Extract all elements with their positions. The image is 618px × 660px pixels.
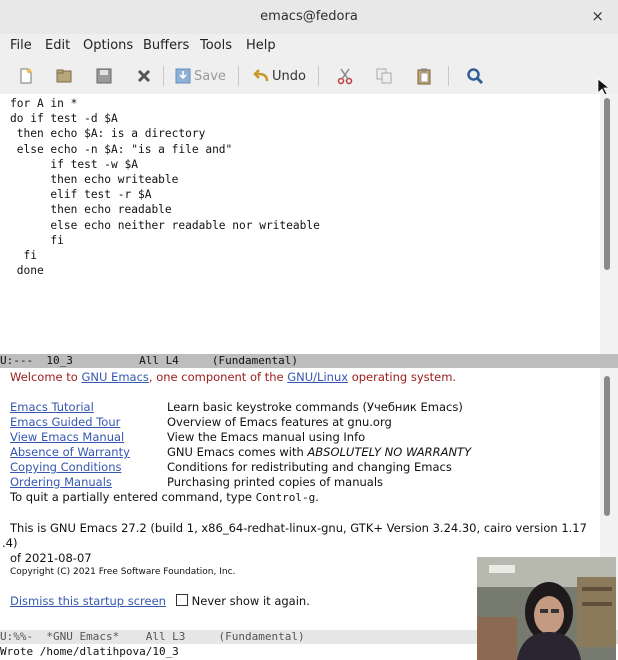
- code-line: fi: [10, 233, 64, 247]
- cut-button[interactable]: [336, 65, 354, 87]
- version-line: .4): [2, 536, 18, 550]
- dismiss-startup-link[interactable]: Dismiss this startup screen: [10, 594, 166, 608]
- link-description: View the Emacs manual using Info: [167, 430, 366, 444]
- menu-tools[interactable]: Tools: [200, 38, 232, 53]
- code-line: done: [10, 264, 44, 278]
- code-line: for A in *: [10, 97, 78, 110]
- menu-buffers[interactable]: Buffers: [143, 38, 189, 53]
- undo-icon: [253, 69, 269, 82]
- code-line: do if test -d $A: [10, 112, 118, 126]
- toolbar-separator: [238, 66, 239, 86]
- code-line: then echo readable: [10, 203, 172, 217]
- save-button[interactable]: Save: [174, 65, 226, 87]
- paste-button[interactable]: [415, 65, 433, 87]
- copying-conditions-link[interactable]: Copying Conditions: [10, 460, 121, 474]
- copy-button[interactable]: [375, 65, 393, 87]
- editor-pane[interactable]: for A in * do if test -d $A then echo $A…: [0, 94, 600, 354]
- save-disk-button[interactable]: [95, 65, 113, 87]
- view-manual-link[interactable]: View Emacs Manual: [10, 430, 124, 444]
- menu-file[interactable]: File: [10, 38, 32, 53]
- close-buffer-button[interactable]: [135, 65, 153, 87]
- quit-hint: To quit a partially entered command, typ…: [10, 490, 319, 504]
- link-description: Learn basic keystroke commands (Учебник …: [167, 400, 463, 414]
- open-directory-button[interactable]: [55, 65, 73, 87]
- title-bar: emacs@fedora ×: [0, 0, 618, 35]
- dismiss-row: Dismiss this startup screen Never show i…: [10, 594, 310, 608]
- copy-icon: [376, 68, 392, 84]
- emacs-tutorial-link[interactable]: Emacs Tutorial: [10, 400, 94, 414]
- code-line: elif test -r $A: [10, 188, 152, 202]
- toolbar-separator: [318, 66, 319, 86]
- scissors-icon: [337, 68, 353, 85]
- code-line: else echo -n $A: "is a file and": [10, 142, 233, 156]
- toolbar-separator: [448, 66, 449, 86]
- link-description: GNU Emacs comes with ABSOLUTELY NO WARRA…: [167, 445, 472, 459]
- code-line: if test -w $A: [10, 157, 138, 171]
- webcam-overlay: [477, 557, 616, 660]
- never-show-label: Never show it again.: [191, 594, 310, 608]
- menu-bar: File Edit Options Buffers Tools Help: [0, 34, 618, 58]
- folder-icon: [56, 69, 72, 83]
- never-show-checkbox[interactable]: [175, 594, 188, 606]
- clipboard-icon: [417, 68, 431, 85]
- link-description: Purchasing printed copies of manuals: [167, 475, 384, 489]
- copyright: Copyright (C) 2021 Free Software Foundat…: [10, 567, 236, 577]
- build-date: of 2021-08-07: [10, 551, 92, 565]
- window-title: emacs@fedora: [260, 9, 358, 24]
- mode-line-filler: [600, 354, 618, 368]
- disk-icon: [96, 68, 112, 84]
- save-icon: [175, 68, 191, 84]
- undo-label: Undo: [272, 68, 306, 84]
- code-line: else echo neither readable nor writeable: [10, 218, 320, 232]
- link-description: Overview of Emacs features at gnu.org: [167, 415, 392, 429]
- version-line: This is GNU Emacs 27.2 (build 1, x86_64-…: [10, 521, 587, 535]
- editor-scrollbar[interactable]: [600, 94, 618, 354]
- new-file-button[interactable]: [17, 65, 35, 87]
- save-label: Save: [194, 68, 226, 84]
- code-line: then echo $A: is a directory: [10, 127, 206, 141]
- webcam-image: [477, 557, 616, 660]
- mode-line-top[interactable]: U:--- 10_3 All L4 (Fundamental): [0, 354, 600, 368]
- absence-of-warranty-link[interactable]: Absence of Warranty: [10, 445, 130, 459]
- menu-options[interactable]: Options: [83, 38, 133, 53]
- toolbar-separator: [163, 66, 164, 86]
- close-x-icon: [137, 69, 151, 83]
- menu-edit[interactable]: Edit: [45, 38, 70, 53]
- code-line: then echo writeable: [10, 173, 179, 187]
- undo-button[interactable]: Undo: [252, 65, 306, 87]
- menu-help[interactable]: Help: [246, 38, 276, 53]
- scrollbar-thumb[interactable]: [604, 376, 610, 516]
- scrollbar-thumb[interactable]: [604, 98, 610, 270]
- new-file-icon: [20, 68, 32, 84]
- search-icon: [467, 68, 484, 85]
- welcome-line: Welcome to GNU Emacs, one component of t…: [10, 370, 457, 384]
- link-description: Conditions for redistributing and changi…: [167, 460, 452, 474]
- code-line: fi: [10, 249, 37, 263]
- close-icon[interactable]: ×: [591, 7, 604, 25]
- ordering-manuals-link[interactable]: Ordering Manuals: [10, 475, 112, 489]
- gnu-emacs-link[interactable]: GNU Emacs: [81, 370, 148, 384]
- gnu-linux-link[interactable]: GNU/Linux: [287, 370, 348, 384]
- guided-tour-link[interactable]: Emacs Guided Tour: [10, 415, 120, 429]
- toolbar: Save Undo: [0, 58, 618, 96]
- code-text[interactable]: for A in * do if test -d $A then echo $A…: [10, 96, 320, 278]
- search-button[interactable]: [466, 65, 484, 87]
